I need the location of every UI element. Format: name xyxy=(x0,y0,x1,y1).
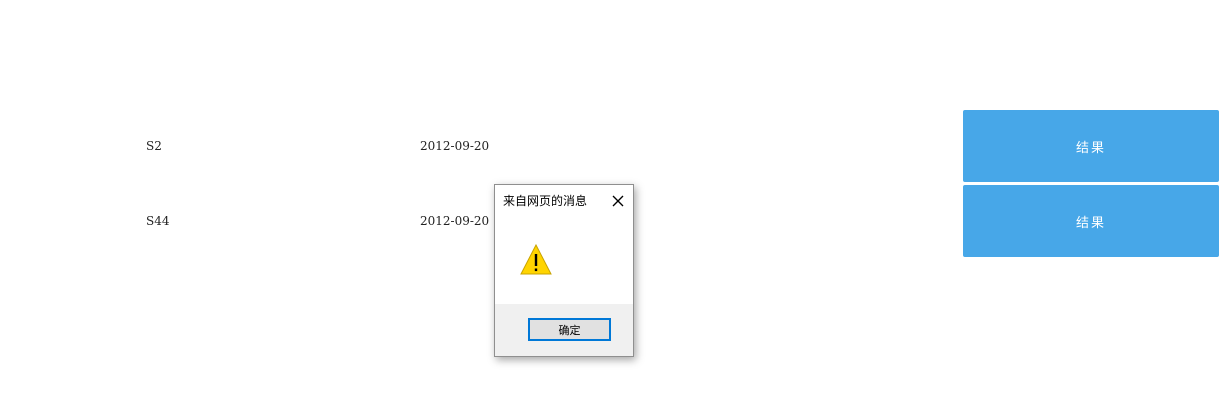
table-row: S2 2012-09-20 结果 xyxy=(0,110,1219,182)
result-button[interactable]: 结果 xyxy=(963,110,1219,182)
alert-dialog: 来自网页的消息 确定 xyxy=(494,184,634,357)
ok-button[interactable]: 确定 xyxy=(528,318,611,341)
record-id: S44 xyxy=(146,214,170,228)
page: S2 2012-09-20 结果 S44 2012-09-20 结果 来自网页的… xyxy=(0,0,1219,396)
record-id: S2 xyxy=(146,139,162,153)
close-icon[interactable] xyxy=(609,192,627,210)
dialog-footer: 确定 xyxy=(495,304,633,356)
warning-icon xyxy=(519,243,553,277)
dialog-title: 来自网页的消息 xyxy=(503,194,588,208)
record-date: 2012-09-20 xyxy=(420,214,490,228)
dialog-body xyxy=(495,217,633,303)
record-date: 2012-09-20 xyxy=(420,139,490,153)
result-button[interactable]: 结果 xyxy=(963,185,1219,257)
